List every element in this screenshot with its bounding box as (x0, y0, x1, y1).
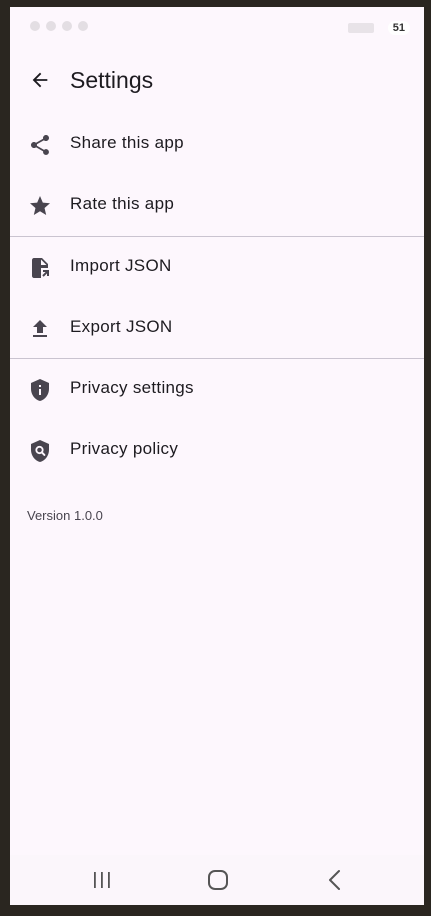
system-navigation-bar (10, 855, 424, 905)
import-json-item[interactable]: Import JSON (10, 237, 424, 298)
signal-icon (348, 23, 374, 33)
file-import-icon (27, 255, 53, 281)
rate-app-label: Rate this app (70, 194, 175, 213)
share-icon (27, 132, 53, 158)
upload-icon (27, 316, 53, 342)
recents-button[interactable] (87, 867, 117, 893)
back-button[interactable] (24, 64, 56, 96)
privacy-policy-label: Privacy policy (70, 439, 179, 458)
battery-level: 51 (387, 21, 410, 35)
export-json-item[interactable]: Export JSON (10, 298, 424, 359)
star-icon (27, 193, 53, 219)
import-json-label: Import JSON (70, 256, 172, 275)
shield-info-icon (27, 377, 53, 403)
status-bar: 51 (10, 7, 424, 49)
app-screen: 51 Settings Share this app Rate this app (10, 7, 424, 905)
version-text: Version 1.0.0 (27, 508, 103, 523)
back-chevron-icon (329, 870, 340, 890)
share-app-label: Share this app (70, 133, 184, 152)
privacy-settings-label: Privacy settings (70, 378, 194, 397)
page-title: Settings (70, 67, 154, 93)
recents-icon (94, 872, 110, 888)
share-app-item[interactable]: Share this app (10, 114, 424, 175)
export-json-label: Export JSON (70, 317, 173, 336)
top-app-bar: Settings (10, 55, 424, 105)
rate-app-item[interactable]: Rate this app (10, 175, 424, 236)
notification-icons (30, 21, 88, 31)
privacy-settings-item[interactable]: Privacy settings (10, 359, 424, 420)
home-button[interactable] (203, 867, 233, 893)
shield-search-icon (27, 438, 53, 464)
privacy-policy-item[interactable]: Privacy policy (10, 420, 424, 481)
arrow-back-icon (32, 72, 48, 88)
home-icon (208, 870, 228, 890)
back-nav-button[interactable] (320, 867, 350, 893)
